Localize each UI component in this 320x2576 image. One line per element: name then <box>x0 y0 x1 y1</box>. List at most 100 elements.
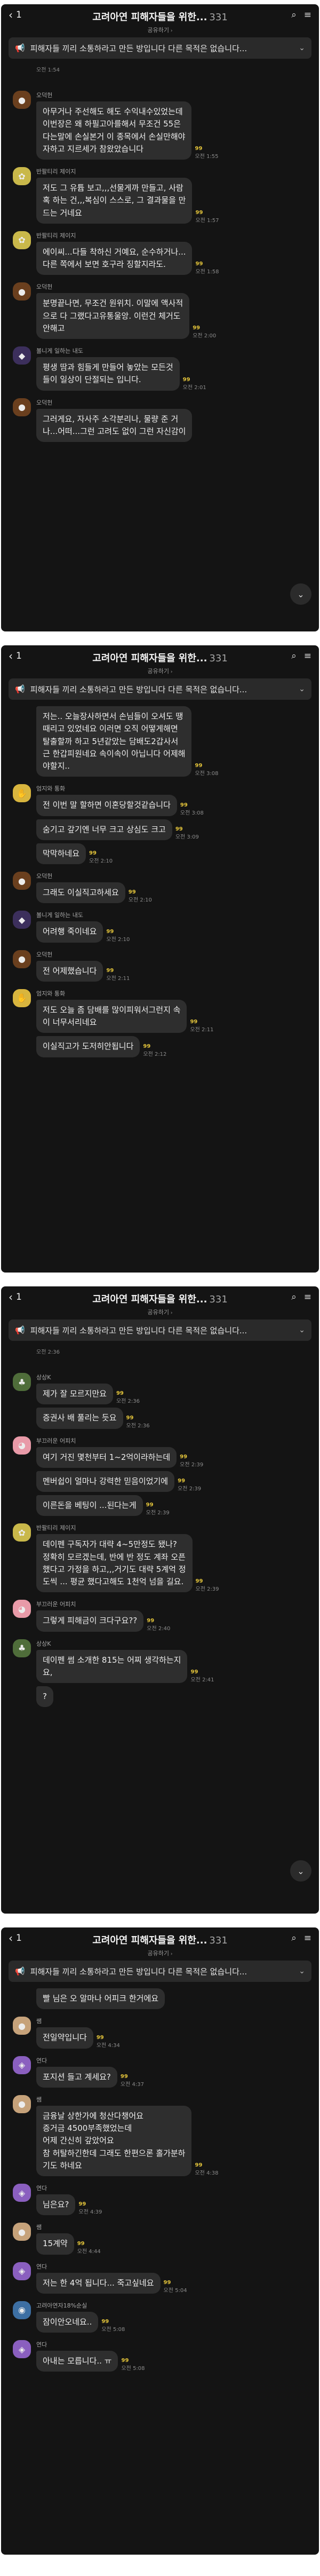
chevron-down-icon[interactable]: ⌄ <box>299 685 305 693</box>
search-icon[interactable]: ⌕ <box>291 651 297 661</box>
avatar[interactable]: ✿ <box>13 1523 31 1542</box>
chevron-right-icon: › <box>169 669 173 675</box>
message-bubble[interactable]: 분명끝나면, 무조건 원위치. 이말에 액사적 으로 다 그랬다고유통울앙. 이… <box>36 293 190 339</box>
avatar[interactable]: ♣ <box>13 1639 31 1657</box>
message-bubble[interactable]: 그러게요, 자사주 소각분리나, 물량 준 거 나...어떠...그런 고려도 … <box>36 408 193 442</box>
message-bubble[interactable]: 잠이안오네요.. <box>36 2311 99 2333</box>
menu-icon[interactable]: ≡ <box>304 651 311 661</box>
message-bubble[interactable]: 아내는 모릅니다.. ㅠ <box>36 2351 118 2372</box>
avatar[interactable]: ◕ <box>13 1600 31 1618</box>
message-bubble[interactable]: 그렇게 피해금이 크다구요?? <box>36 1610 144 1632</box>
share-link[interactable]: 공유하기 › <box>41 1949 279 1957</box>
message-bubble[interactable]: 숨기고 갚기엔 너무 크고 상심도 크고 <box>36 819 172 840</box>
chat-message: 멘버쉽이 얼마나 강력한 믿음이었기에 99 오전 2:39 <box>13 1471 309 1492</box>
message-bubble[interactable]: ? <box>36 1686 53 1708</box>
avatar[interactable]: ● <box>13 2223 31 2241</box>
message-bubble[interactable]: 저도 그 유튭 보고,,,선물게까 만들고, 사람 혹 하는 건,,,복심이 스… <box>36 178 193 224</box>
message-meta: 99 오전 1:57 <box>195 210 223 224</box>
search-icon[interactable]: ⌕ <box>291 10 297 20</box>
message-meta: 99 오전 5:08 <box>101 2319 129 2333</box>
back-button[interactable]: ‹ 1 <box>9 1933 41 1943</box>
back-button[interactable]: ‹ 1 <box>9 1292 41 1302</box>
chevron-down-icon[interactable]: ⌄ <box>299 44 305 52</box>
avatar[interactable]: ● <box>13 2017 31 2035</box>
avatar[interactable]: ♣ <box>13 1373 31 1391</box>
message-bubble[interactable]: 저는 한 4억 됩니다... 죽고싶네요 <box>36 2272 161 2294</box>
message-bubble[interactable]: 이실직고가 도저히안됩니다 <box>36 1036 140 1057</box>
message-bubble[interactable]: 빨 님은 오 알마나 어피크 한거에요 <box>36 1988 165 2010</box>
avatar[interactable]: ● <box>13 398 31 416</box>
message-bubble[interactable]: 전 이번 말 할하면 이혼당할것같습니다 <box>36 795 177 816</box>
search-icon[interactable]: ⌕ <box>291 1933 297 1943</box>
avatar[interactable]: ● <box>13 282 31 301</box>
avatar[interactable]: ✿ <box>13 231 31 249</box>
avatar[interactable]: ◆ <box>13 346 31 365</box>
message-bubble[interactable]: 에이씨...다들 착하신 거예요, 순수하거나... 다른 쪽에서 보면 호구라… <box>36 241 193 275</box>
message-bubble[interactable]: 데이펜 썸 소개한 815는 어찌 생각하는지 요, <box>36 1649 188 1683</box>
header-actions: ⌕ ≡ <box>279 1933 311 1943</box>
avatar[interactable]: ● <box>13 872 31 890</box>
message-row: 님은요? 99 오전 4:39 <box>36 2194 309 2216</box>
notice-banner[interactable]: 📢 피해자들 끼리 소통하라고 만든 방입니다 다른 목적은 없습니다... ⌄ <box>9 678 311 700</box>
menu-icon[interactable]: ≡ <box>304 10 311 20</box>
avatar[interactable]: ✿ <box>13 167 31 185</box>
message-bubble[interactable]: 증권사 배 풀리는 듯요 <box>36 1408 123 1429</box>
message-bubble[interactable]: 멘버쉽이 얼마나 강력한 믿음이었기에 <box>36 1471 175 1492</box>
search-icon[interactable]: ⌕ <box>291 1292 297 1302</box>
message-body: 반팔티리 제이지 데이펜 구독자가 대략 4~5만정도 됐나? 정확히 모르겠는데… <box>36 1523 309 1593</box>
avatar[interactable]: ● <box>13 2095 31 2113</box>
message-bubble[interactable]: 님은요? <box>36 2194 76 2216</box>
avatar[interactable]: ◈ <box>13 2262 31 2280</box>
chevron-left-icon: ‹ <box>9 650 13 662</box>
chevron-down-icon[interactable]: ⌄ <box>299 1326 305 1334</box>
avatar[interactable]: ◆ <box>13 911 31 929</box>
message-bubble[interactable]: 금융날 상한가에 청산다챙어요 증거금 4500부족했었는데 어제 간신히 갚았… <box>36 2105 192 2176</box>
timestamp: 오전 4:39 <box>78 2209 102 2216</box>
room-name: 고려아연 피해자들을 위한... <box>92 1294 207 1305</box>
message-bubble[interactable]: 여기 거진 몇천부터 1~2억이라하는데 <box>36 1447 177 1468</box>
avatar[interactable]: ● <box>13 91 31 109</box>
message-bubble[interactable]: 전 어제했습니다 <box>36 960 103 982</box>
message-bubble[interactable]: 아무거나 주선해도 해도 수익내수있었는데 이번장은 왜 하필고아를해서 무조건… <box>36 101 192 160</box>
message-bubble[interactable]: 저는.. 오늘장사하면서 손님들이 오셔도 땡 때리고 있었네요 이러면 오직 … <box>36 706 192 777</box>
avatar[interactable]: ◉ <box>13 2301 31 2319</box>
menu-icon[interactable]: ≡ <box>304 1292 311 1302</box>
sender-name: 볼니게 일하는 내도 <box>36 912 83 919</box>
message-bubble[interactable]: 제가 잘 모르지만요 <box>36 1384 113 1405</box>
message-bubble[interactable]: 이른돈을 베팅이 ...된다는게 <box>36 1495 143 1516</box>
chat-message: 증권사 배 풀리는 듯요 99 오전 2:36 <box>13 1408 309 1429</box>
avatar[interactable]: ✋ <box>13 784 31 803</box>
back-button[interactable]: ‹ 1 <box>9 10 41 20</box>
share-link[interactable]: 공유하기 › <box>41 667 279 675</box>
avatar[interactable]: ✋ <box>13 989 31 1007</box>
message-bubble[interactable]: 어려행 죽이네요 <box>36 921 103 943</box>
avatar[interactable]: ◕ <box>13 1436 31 1455</box>
avatar[interactable]: ◈ <box>13 2340 31 2358</box>
back-button[interactable]: ‹ 1 <box>9 651 41 661</box>
notice-banner[interactable]: 📢 피해자들 끼리 소통하라고 만든 방입니다 다른 목적은 없습니다... ⌄ <box>9 1319 311 1341</box>
scroll-to-bottom-button[interactable]: ⌄ <box>290 1860 311 1882</box>
avatar[interactable]: ◈ <box>13 2056 31 2074</box>
message-bubble[interactable]: 평생 땀과 힘들게 만들어 놓았는 모든것 들이 일상이 단절되는 입니다. <box>36 357 180 391</box>
message-bubble[interactable]: 저도 오늘 좀 담배를 많이피워서그런지 속 이 너무서리네요 <box>36 999 187 1033</box>
message-bubble[interactable]: 15계약 <box>36 2233 74 2255</box>
share-link[interactable]: 공유하기 › <box>41 26 279 34</box>
scroll-to-bottom-button[interactable]: ⌄ <box>290 583 311 605</box>
chevron-right-icon: › <box>169 28 173 34</box>
menu-icon[interactable]: ≡ <box>304 1933 311 1943</box>
message-bubble[interactable]: 전일약입니다 <box>36 2027 93 2049</box>
chat-title-area: 고려아연 피해자들을 위한... 331 공유하기 › <box>41 10 279 34</box>
share-link[interactable]: 공유하기 › <box>41 1308 279 1316</box>
message-bubble[interactable]: 그래도 이실직고하세요 <box>36 882 125 904</box>
chevron-down-icon[interactable]: ⌄ <box>299 1967 305 1976</box>
message-bubble[interactable]: 포지션 들고 계세요? <box>36 2066 117 2088</box>
chat-message: ● 오덕헌 아무거나 주선해도 해도 수익내수있었는데 이번장은 왜 하필고아를해서… <box>13 91 309 160</box>
notice-banner[interactable]: 📢 피해자들 끼리 소통하라고 만든 방입니다 다른 목적은 없습니다... ⌄ <box>9 37 311 59</box>
message-row: 오전 2:36 <box>36 1347 309 1355</box>
notice-banner[interactable]: 📢 피해자들 끼리 소통하라고 만든 방입니다 다른 목적은 없습니다... ⌄ <box>9 1961 311 1982</box>
message-bubble[interactable]: 막막하네요 <box>36 843 86 864</box>
avatar[interactable]: ◈ <box>13 2184 31 2202</box>
message-bubble[interactable]: 데이펜 구독자가 대략 4~5만정도 됐나? 정확히 모르겠는데, 반에 반 정… <box>36 1534 193 1593</box>
avatar[interactable]: ● <box>13 950 31 968</box>
chat-message: ◆ 볼니게 일하는 내도 어려행 죽이네요 99 오전 2:10 <box>13 911 309 943</box>
